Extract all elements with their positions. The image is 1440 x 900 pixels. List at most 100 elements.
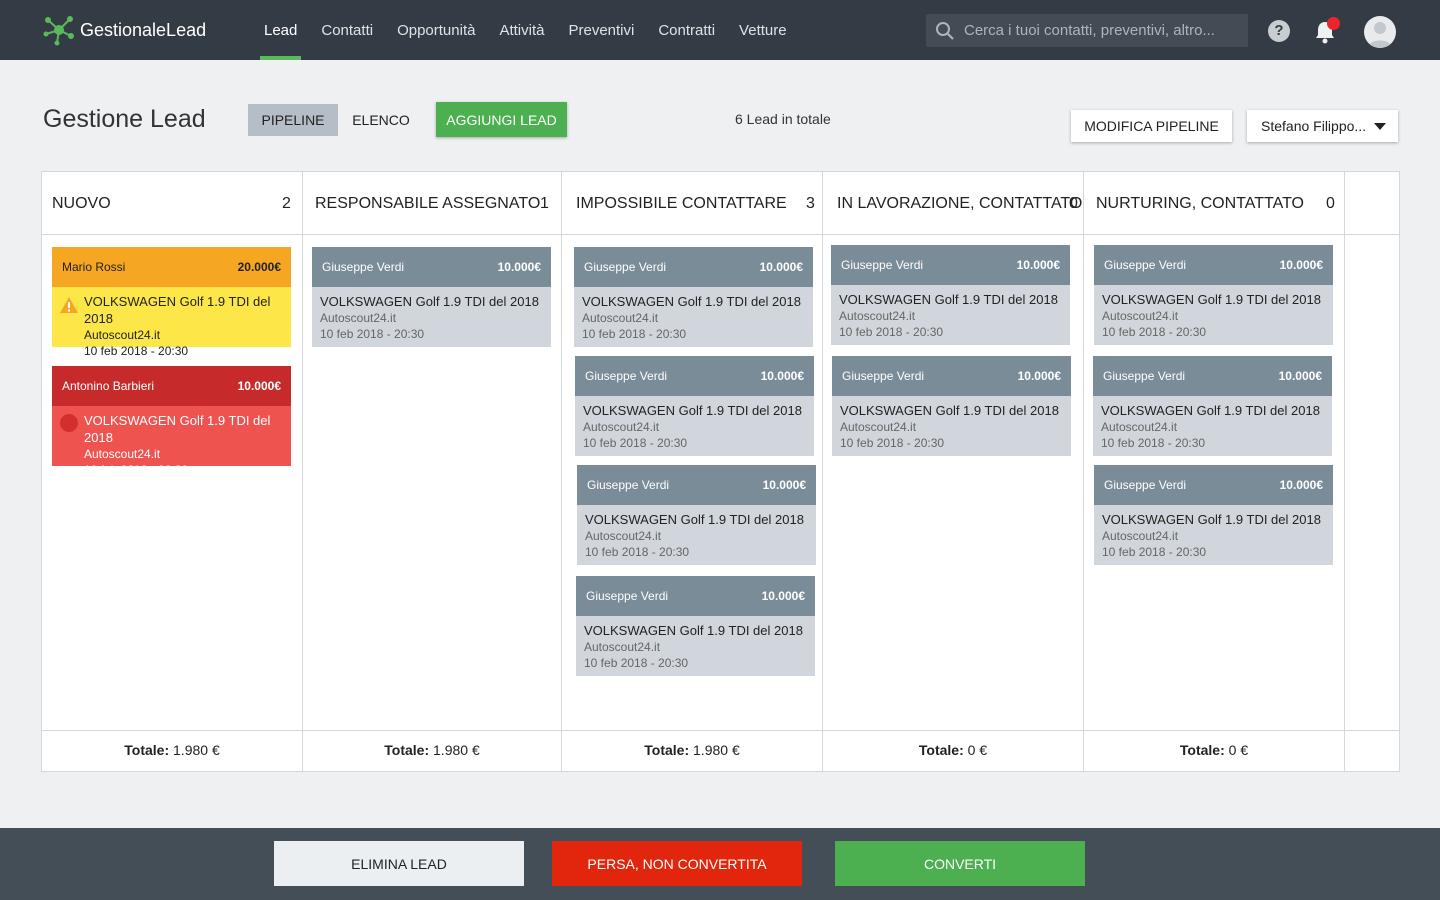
lead-card[interactable]: Giuseppe Verdi 10.000€ VOLKSWAGEN Golf 1.… (1093, 356, 1332, 456)
user-dropdown[interactable]: Stefano Filippo... (1247, 110, 1398, 142)
lead-amount: 10.000€ (1278, 369, 1322, 383)
lead-amount: 10.000€ (762, 478, 806, 492)
total-label: Totale: (124, 742, 170, 758)
nav-item-opportunita[interactable]: Opportunità (385, 0, 487, 60)
clock-icon (60, 414, 78, 432)
lead-card[interactable]: Giuseppe Verdi 10.000€ VOLKSWAGEN Golf 1.… (312, 247, 551, 347)
nav-item-attivita[interactable]: Attività (487, 0, 556, 60)
nav-item-lead[interactable]: Lead (252, 0, 309, 60)
total-value: 1.980 € (689, 742, 740, 758)
lead-source: Autoscout24.it (839, 309, 916, 323)
lead-name: Giuseppe Verdi (322, 260, 405, 274)
lead-amount: 10.000€ (760, 369, 804, 383)
lead-name: Mario Rossi (62, 260, 126, 274)
add-lead-button[interactable]: AGGIUNGI LEAD (436, 102, 567, 137)
pipeline-view-button[interactable]: PIPELINE (248, 104, 338, 136)
lead-name: Giuseppe Verdi (1103, 369, 1186, 383)
lead-source: Autoscout24.it (1101, 420, 1178, 434)
lead-date: 10 feb 2018 - 20:30 (1102, 325, 1207, 339)
nav-item-contatti[interactable]: Contatti (309, 0, 385, 60)
column-divider (1344, 172, 1345, 771)
lead-date: 10 feb 2018 - 20:30 (1101, 436, 1206, 450)
convert-lead-button[interactable]: CONVERTI (835, 841, 1085, 886)
lead-amount: 10.000€ (1279, 478, 1323, 492)
column-divider (822, 172, 823, 771)
lead-source: Autoscout24.it (84, 328, 161, 342)
lead-vehicle: VOLKSWAGEN Golf 1.9 TDI del 2018 (582, 294, 801, 309)
column-title: RESPONSABILE ASSEGNATO (315, 195, 541, 212)
avatar-icon (1368, 22, 1392, 48)
lead-amount: 10.000€ (759, 260, 803, 274)
lost-lead-button[interactable]: PERSA, NON CONVERTITA (552, 841, 802, 886)
lead-amount: 10.000€ (1017, 369, 1061, 383)
footer-divider (42, 730, 1399, 731)
total-label: Totale: (1179, 742, 1225, 758)
lead-date: 10 feb 2018 - 20:30 (320, 327, 425, 341)
search-input[interactable] (964, 22, 1234, 39)
delete-lead-button[interactable]: ELIMINA LEAD (274, 841, 524, 886)
lead-date: 10 feb 2018 - 20:30 (1102, 545, 1207, 559)
search-box[interactable] (926, 14, 1248, 47)
lead-amount: 10.000€ (237, 379, 281, 393)
column-count: 0 (1326, 195, 1335, 212)
total-label: Totale: (918, 742, 964, 758)
lead-card[interactable]: Giuseppe Verdi 10.000€ VOLKSWAGEN Golf 1.… (577, 465, 816, 565)
column-total: Totale: 1.980 € (303, 742, 561, 758)
lead-date: 10 feb 2018 - 20:30 (84, 463, 189, 477)
lead-card[interactable]: Giuseppe Verdi 10.000€ VOLKSWAGEN Golf 1.… (831, 245, 1070, 345)
nav-item-contratti[interactable]: Contratti (646, 0, 727, 60)
lead-name: Giuseppe Verdi (1104, 478, 1187, 492)
help-icon[interactable]: ? (1268, 20, 1290, 42)
lead-card[interactable]: Giuseppe Verdi 10.000€ VOLKSWAGEN Golf 1.… (1094, 245, 1333, 345)
header-divider (42, 234, 1399, 235)
column-divider (561, 172, 562, 771)
search-icon (926, 14, 964, 47)
total-value: 0 € (1224, 742, 1249, 758)
lead-name: Giuseppe Verdi (1104, 258, 1187, 272)
lead-date: 10 feb 2018 - 20:30 (840, 436, 945, 450)
lead-amount: 10.000€ (497, 260, 541, 274)
lead-card[interactable]: Antonino Barbieri 10.000€ VOLKSWAGEN Golf… (52, 366, 291, 477)
lead-source: Autoscout24.it (84, 447, 161, 461)
avatar[interactable] (1364, 16, 1396, 48)
lead-vehicle: VOLKSWAGEN Golf 1.9 TDI del 2018 (584, 623, 803, 638)
lead-card[interactable]: Giuseppe Verdi 10.000€ VOLKSWAGEN Golf 1.… (1094, 465, 1333, 565)
lead-count: 6 Lead in totale (735, 111, 831, 127)
column-total: Totale: 1.980 € (42, 742, 302, 758)
caret-down-icon (1374, 123, 1386, 130)
nav-item-vetture[interactable]: Vetture (727, 0, 799, 60)
lead-card[interactable]: Mario Rossi 20.000€ VOLKSWAGEN Golf 1.9 T… (52, 247, 291, 358)
lead-vehicle: VOLKSWAGEN Golf 1.9 TDI del 2018 (585, 512, 804, 527)
lead-amount: 10.000€ (1016, 258, 1060, 272)
lead-date: 10 feb 2018 - 20:30 (84, 344, 189, 358)
edit-pipeline-button[interactable]: MODIFICA PIPELINE (1071, 110, 1232, 142)
lead-name: Giuseppe Verdi (587, 478, 670, 492)
column-count: 3 (806, 195, 815, 212)
lead-date: 10 feb 2018 - 20:30 (584, 656, 689, 670)
lead-card[interactable]: Giuseppe Verdi 10.000€ VOLKSWAGEN Golf 1.… (574, 247, 813, 347)
list-view-button[interactable]: ELENCO (342, 104, 420, 136)
lead-card[interactable]: Giuseppe Verdi 10.000€ VOLKSWAGEN Golf 1.… (575, 356, 814, 456)
lead-amount: 20.000€ (237, 260, 281, 274)
lead-date: 10 feb 2018 - 20:30 (583, 436, 688, 450)
total-value: 1.980 € (429, 742, 480, 758)
lead-source: Autoscout24.it (1102, 529, 1179, 543)
column-divider (1083, 172, 1084, 771)
lead-name: Giuseppe Verdi (585, 369, 668, 383)
lead-card[interactable]: Giuseppe Verdi 10.000€ VOLKSWAGEN Golf 1.… (832, 356, 1071, 456)
lead-source: Autoscout24.it (1102, 309, 1179, 323)
nav-item-preventivi[interactable]: Preventivi (556, 0, 646, 60)
lead-source: Autoscout24.it (584, 640, 661, 654)
lead-vehicle: VOLKSWAGEN Golf 1.9 TDI del 2018 (84, 294, 271, 326)
lead-vehicle: VOLKSWAGEN Golf 1.9 TDI del 2018 (583, 403, 802, 418)
app-logo[interactable]: GestionaleLead (42, 14, 222, 46)
warning-icon (60, 297, 78, 313)
column-title: NURTURING, CONTATTATO (1096, 195, 1304, 212)
column-total: Totale: 0 € (1084, 742, 1344, 758)
lead-date: 10 feb 2018 - 20:30 (839, 325, 944, 339)
column-count: 0 (1069, 195, 1078, 212)
total-label: Totale: (384, 742, 430, 758)
column-count: 1 (540, 195, 549, 212)
total-value: 1.980 € (169, 742, 220, 758)
lead-card[interactable]: Giuseppe Verdi 10.000€ VOLKSWAGEN Golf 1.… (576, 576, 815, 676)
